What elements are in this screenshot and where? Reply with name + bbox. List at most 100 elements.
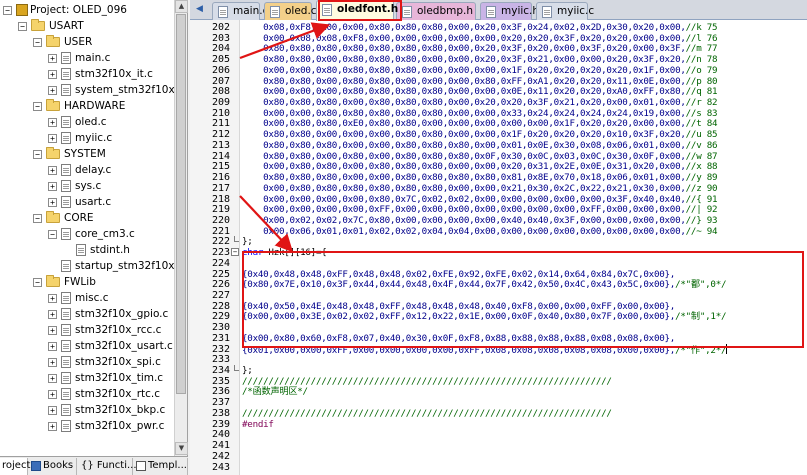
fold-collapse-icon[interactable]: − xyxy=(231,248,239,257)
code-line[interactable]: 0x80,0x80,0x80,0x00,0x00,0x80,0x80,0x80,… xyxy=(242,172,717,183)
code-line[interactable]: 0x00,0x00,0x80,0x80,0x80,0x80,0x80,0x00,… xyxy=(242,108,717,119)
expand-icon[interactable]: + xyxy=(48,70,57,79)
tree-item-system[interactable]: − SYSTEM xyxy=(0,146,174,162)
tree-item-stm32f10x-it-c[interactable]: + stm32f10x_it.c xyxy=(0,66,174,82)
tree-item-stm32f10x-gpio-c[interactable]: + stm32f10x_gpio.c xyxy=(0,306,174,322)
scroll-down-arrow-icon[interactable]: ▼ xyxy=(175,442,188,455)
expand-icon[interactable]: + xyxy=(48,422,57,431)
code-line[interactable]: 0x00,0x08,0x08,0xF8,0x00,0x00,0x00,0x00,… xyxy=(242,33,717,44)
tab-myiic-c[interactable]: myiic.c xyxy=(536,2,594,20)
code-line[interactable]: 0x80,0x80,0x00,0x80,0x00,0x80,0x80,0x80,… xyxy=(242,151,717,162)
tree-item-delay-c[interactable]: + delay.c xyxy=(0,162,174,178)
tree-item-usart[interactable]: − USART xyxy=(0,18,174,34)
code-line[interactable]: 0x80,0x80,0x00,0x00,0x00,0x80,0x80,0x00,… xyxy=(242,129,717,140)
expand-icon[interactable]: + xyxy=(48,166,57,175)
expand-icon[interactable]: + xyxy=(48,182,57,191)
tree-item-stdint-h[interactable]: stdint.h xyxy=(0,242,174,258)
code-area[interactable]: 0x08,0xF8,0x00,0x00,0x80,0x80,0x80,0x00,… xyxy=(240,20,807,475)
tree-item-project-oled-096[interactable]: − Project: OLED_096 xyxy=(0,2,174,18)
tab-functions[interactable]: {} Functi... xyxy=(78,458,137,475)
code-line[interactable]: ////////////////////////////////////////… xyxy=(242,408,612,419)
tab-oled-c[interactable]: oled.c xyxy=(264,2,317,20)
code-line[interactable]: 0x00,0x06,0x01,0x01,0x02,0x02,0x04,0x04,… xyxy=(242,226,717,237)
project-tree-scrollbar[interactable]: ▲ ▼ xyxy=(174,0,188,456)
expand-icon[interactable]: + xyxy=(48,198,57,207)
collapse-icon[interactable]: − xyxy=(3,6,12,15)
expand-icon[interactable]: + xyxy=(48,342,57,351)
tab-templates[interactable]: Templ... xyxy=(134,458,188,475)
tree-item-fwlib[interactable]: − FWLib xyxy=(0,274,174,290)
code-line[interactable]: 0x00,0x02,0x02,0x7C,0x80,0x00,0x00,0x00,… xyxy=(242,215,717,226)
tree-item-stm32f10x-spi-c[interactable]: + stm32f10x_spi.c xyxy=(0,354,174,370)
expand-icon[interactable]: + xyxy=(48,134,57,143)
tree-item-stm32f10x-pwr-c[interactable]: + stm32f10x_pwr.c xyxy=(0,418,174,434)
collapse-icon[interactable]: − xyxy=(33,38,42,47)
tab-oledbmp-h[interactable]: oledbmp.h xyxy=(396,2,476,20)
expand-icon[interactable]: + xyxy=(48,390,57,399)
collapse-icon[interactable]: − xyxy=(18,22,27,31)
code-line[interactable]: 0x80,0x80,0x80,0x00,0x80,0x80,0x80,0x00,… xyxy=(242,97,717,108)
tree-item-stm32f10x-usart-c[interactable]: + stm32f10x_usart.c xyxy=(0,338,174,354)
tree-item-system-stm32f10x-c[interactable]: + system_stm32f10x.c xyxy=(0,82,174,98)
code-line[interactable]: /*函数声明区*/ xyxy=(242,386,308,397)
code-line[interactable]: }; xyxy=(242,365,253,376)
expand-icon[interactable]: + xyxy=(48,374,57,383)
code-line[interactable]: 0x08,0xF8,0x00,0x00,0x80,0x80,0x80,0x00,… xyxy=(242,22,717,33)
expand-icon[interactable]: + xyxy=(48,406,57,415)
tab-myiic-h[interactable]: myiic.h xyxy=(480,2,539,20)
scroll-thumb[interactable] xyxy=(176,14,186,394)
tab-scroll-left-icon[interactable]: ◀ xyxy=(196,4,206,16)
code-line[interactable]: {0x80,0x7E,0x10,0x3F,0x44,0x44,0x48,0x4F… xyxy=(242,279,727,290)
code-line[interactable]: 0x80,0x80,0x00,0x80,0x80,0x80,0x00,0x00,… xyxy=(242,54,717,65)
collapse-icon[interactable]: − xyxy=(33,214,42,223)
tree-item-hardware[interactable]: − HARDWARE xyxy=(0,98,174,114)
collapse-icon[interactable]: − xyxy=(33,102,42,111)
code-line[interactable]: 0x80,0x80,0x80,0x00,0x00,0x80,0x80,0x80,… xyxy=(242,140,717,151)
expand-icon[interactable]: + xyxy=(48,54,57,63)
tree-item-stm32f10x-tim-c[interactable]: + stm32f10x_tim.c xyxy=(0,370,174,386)
expand-icon[interactable]: + xyxy=(48,358,57,367)
tree-item-stm32f10x-rtc-c[interactable]: + stm32f10x_rtc.c xyxy=(0,386,174,402)
tree-item-main-c[interactable]: + main.c xyxy=(0,50,174,66)
code-line[interactable]: 0x80,0x80,0x00,0x80,0x80,0x00,0x00,0x00,… xyxy=(242,76,717,87)
tree-item-misc-c[interactable]: + misc.c xyxy=(0,290,174,306)
tab-project[interactable]: roject xyxy=(0,458,30,475)
expand-icon[interactable]: + xyxy=(48,86,57,95)
collapse-icon[interactable]: − xyxy=(33,278,42,287)
tree-item-oled-c[interactable]: + oled.c xyxy=(0,114,174,130)
tree-item-startup-stm32f10x-hd-s[interactable]: startup_stm32f10x_hd.s xyxy=(0,258,174,274)
collapse-icon[interactable]: − xyxy=(48,230,57,239)
tree-item-sys-c[interactable]: + sys.c xyxy=(0,178,174,194)
tree-item-stm32f10x-bkp-c[interactable]: + stm32f10x_bkp.c xyxy=(0,402,174,418)
code-line[interactable]: 0x00,0x80,0x80,0xE0,0x80,0x80,0x00,0x00,… xyxy=(242,118,717,129)
code-line[interactable]: {0x00,0x00,0x3E,0x02,0x02,0xFF,0x12,0x22… xyxy=(242,311,727,322)
code-line[interactable]: 0x00,0x00,0x00,0x80,0x80,0x80,0x80,0x00,… xyxy=(242,86,717,97)
code-line[interactable]: 0x00,0x00,0x80,0x80,0x80,0x80,0x00,0x00,… xyxy=(242,65,717,76)
code-line[interactable]: 0x00,0x80,0x80,0x00,0x80,0x80,0x80,0x00,… xyxy=(242,161,717,172)
code-line[interactable]: 0x00,0x80,0x80,0x80,0x80,0x80,0x80,0x00,… xyxy=(242,183,717,194)
scroll-up-arrow-icon[interactable]: ▲ xyxy=(175,0,188,13)
tree-item-stm32f10x-rcc-c[interactable]: + stm32f10x_rcc.c xyxy=(0,322,174,338)
code-line[interactable]: {0x00,0x80,0x60,0xF8,0x07,0x40,0x30,0x0F… xyxy=(242,333,675,344)
tab-oledfont-h[interactable]: oledfont.h xyxy=(316,0,398,21)
tree-item-myiic-c[interactable]: + myiic.c xyxy=(0,130,174,146)
expand-icon[interactable]: + xyxy=(48,118,57,127)
code-line[interactable]: {0x40,0x48,0x48,0xFF,0x48,0x48,0x02,0xFE… xyxy=(242,269,675,280)
code-line[interactable]: }; xyxy=(242,236,253,247)
code-line[interactable]: #endif xyxy=(242,419,274,430)
tree-item-user[interactable]: − USER xyxy=(0,34,174,50)
tree-item-usart-c[interactable]: + usart.c xyxy=(0,194,174,210)
expand-icon[interactable]: + xyxy=(48,326,57,335)
tree-item-core-cm3-c[interactable]: − core_cm3.c xyxy=(0,226,174,242)
collapse-icon[interactable]: − xyxy=(33,150,42,159)
tab-books[interactable]: Books xyxy=(29,458,77,475)
tab-main-c[interactable]: main.c xyxy=(212,2,268,20)
expand-icon[interactable]: + xyxy=(48,294,57,303)
code-line[interactable]: 0x00,0x00,0x00,0x00,0x80,0x7C,0x02,0x02,… xyxy=(242,194,717,205)
code-line[interactable]: 0x80,0x80,0x80,0x80,0x80,0x80,0x80,0x00,… xyxy=(242,43,717,54)
code-line[interactable]: char Hzk[][16]={ xyxy=(242,247,327,258)
tree-item-core[interactable]: − CORE xyxy=(0,210,174,226)
code-line[interactable]: {0x01,0x00,0x00,0xFF,0x00,0x00,0x00,0x00… xyxy=(242,343,728,356)
code-line[interactable]: 0x00,0x00,0x00,0x00,0xFF,0x00,0x00,0x00,… xyxy=(242,204,717,215)
expand-icon[interactable]: + xyxy=(48,310,57,319)
